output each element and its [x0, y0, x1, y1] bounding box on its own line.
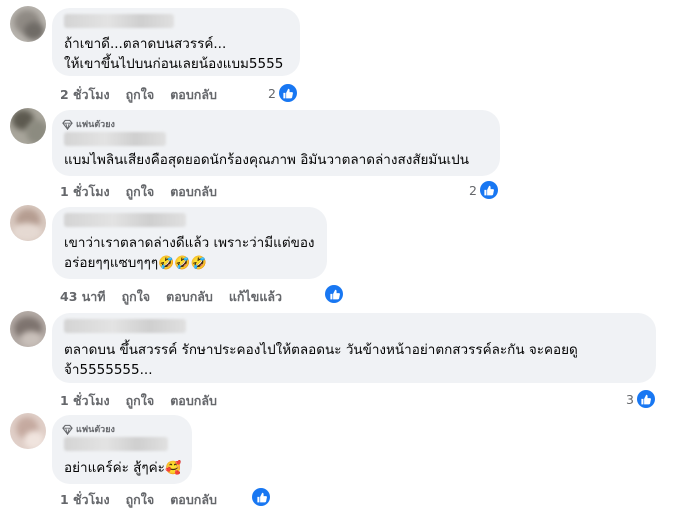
reply-button[interactable]: ตอบกลับ	[170, 85, 217, 105]
comment-text-line: เขาว่าเราตลาดล่างดีแล้ว เพราะว่ามีแต่ของ	[64, 235, 315, 251]
commenter-name[interactable]	[64, 437, 168, 451]
reaction-count: 3	[626, 391, 634, 407]
comment-text-line: ถ้าเขาดี...ตลาดบนสวรรค์...	[64, 36, 227, 52]
laughing-emoji: 🤣🤣🤣	[158, 256, 207, 271]
comment-time[interactable]: 1 ชั่วโมง	[60, 182, 110, 202]
comment-text-line: ตลาดบน ขึ้นสวรรค์ รักษาประคองไปให้ตลอดนะ…	[64, 342, 578, 358]
comment-text-segment: อย่าแคร์ค่ะ สู้ๆค่ะ	[64, 460, 165, 476]
commenter-name[interactable]	[64, 213, 186, 227]
comment-text-line: อย่าแคร์ค่ะ สู้ๆค่ะ🥰	[64, 458, 181, 479]
avatar[interactable]	[10, 205, 46, 241]
comment-text-line: จ้า5555555...	[64, 362, 153, 378]
like-button[interactable]: ถูกใจ	[126, 490, 155, 510]
top-fan-badge: แฟนตัวยง	[62, 422, 115, 436]
avatar[interactable]	[10, 6, 46, 42]
reply-button[interactable]: ตอบกลับ	[166, 287, 213, 307]
comment-bubble: เขาว่าเราตลาดล่างดีแล้ว เพราะว่ามีแต่ของ…	[52, 207, 327, 279]
comment-text-segment: อร่อยๆๆแซบๆๆๆ	[64, 255, 159, 271]
comment-text-line: ให้เขาขึ้นไปบนก่อนเลยน้องแบม5555	[64, 56, 284, 72]
like-button[interactable]: ถูกใจ	[126, 85, 155, 105]
reaction-count: 2	[268, 85, 276, 101]
like-reaction-icon	[325, 285, 343, 303]
like-reaction-icon	[278, 84, 297, 102]
reaction-count: 2	[469, 182, 477, 198]
heart-face-emoji: 🥰	[164, 461, 182, 476]
reply-button[interactable]: ตอบกลับ	[170, 182, 217, 202]
comment-actions: 43 นาที ถูกใจ ตอบกลับ แก้ไขแล้ว	[60, 287, 282, 307]
top-fan-badge: แฟนตัวยง	[62, 117, 115, 131]
commenter-name[interactable]	[64, 14, 174, 28]
like-button[interactable]: ถูกใจ	[122, 287, 151, 307]
edited-label: แก้ไขแล้ว	[228, 289, 283, 304]
badge-label: แฟนตัวยง	[76, 120, 115, 130]
reply-button[interactable]: ตอบกลับ	[170, 391, 217, 411]
commenter-name[interactable]	[64, 132, 166, 146]
comment-actions: 1 ชั่วโมง ถูกใจ ตอบกลับ	[60, 182, 217, 202]
like-button[interactable]: ถูกใจ	[126, 182, 155, 202]
reaction-summary[interactable]: 3	[626, 390, 655, 408]
commenter-name[interactable]	[64, 319, 186, 333]
diamond-icon	[62, 119, 73, 130]
avatar[interactable]	[10, 108, 46, 144]
avatar[interactable]	[10, 311, 46, 347]
like-reaction-icon	[479, 181, 498, 199]
comment-bubble: แฟนตัวยง แบมไพลินเสียงคือสุดยอดนักร้องคุ…	[52, 110, 500, 176]
reaction-summary[interactable]	[325, 285, 343, 303]
diamond-icon	[62, 424, 73, 435]
comment-text-line: แบมไพลินเสียงคือสุดยอดนักร้องคุณภาพ อิมั…	[64, 152, 469, 168]
comment-actions: 1 ชั่วโมง ถูกใจ ตอบกลับ	[60, 490, 217, 510]
comment-time[interactable]: 2 ชั่วโมง	[60, 85, 110, 105]
like-button[interactable]: ถูกใจ	[126, 391, 155, 411]
reaction-summary[interactable]: 2	[469, 181, 498, 199]
reply-button[interactable]: ตอบกลับ	[170, 490, 217, 510]
reaction-summary[interactable]: 2	[268, 84, 297, 102]
comment-time[interactable]: 1 ชั่วโมง	[60, 391, 110, 411]
comment-bubble: แฟนตัวยง อย่าแคร์ค่ะ สู้ๆค่ะ🥰	[52, 415, 192, 484]
comment-actions: 2 ชั่วโมง ถูกใจ ตอบกลับ	[60, 85, 217, 105]
comment-bubble: ถ้าเขาดี...ตลาดบนสวรรค์... ให้เขาขึ้นไปบ…	[52, 8, 300, 76]
badge-label: แฟนตัวยง	[76, 425, 115, 435]
avatar[interactable]	[10, 413, 46, 449]
like-reaction-icon	[252, 488, 270, 506]
comment-actions: 1 ชั่วโมง ถูกใจ ตอบกลับ	[60, 391, 217, 411]
comment-text-line: อร่อยๆๆแซบๆๆๆ🤣🤣🤣	[64, 253, 207, 274]
comment-bubble: ตลาดบน ขึ้นสวรรค์ รักษาประคองไปให้ตลอดนะ…	[52, 313, 656, 383]
reaction-summary[interactable]	[252, 488, 270, 506]
comment-time[interactable]: 43 นาที	[60, 287, 106, 307]
like-reaction-icon	[636, 390, 655, 408]
comment-time[interactable]: 1 ชั่วโมง	[60, 490, 110, 510]
